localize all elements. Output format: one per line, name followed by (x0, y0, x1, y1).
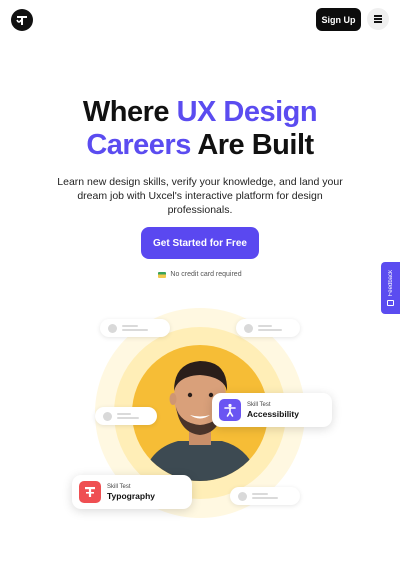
hamburger-icon (374, 18, 382, 20)
get-started-button[interactable]: Get Started for Free (141, 227, 259, 259)
card-caption: Skill Test (247, 402, 271, 408)
headline-accent-1: UX Design (176, 96, 318, 128)
placeholder-chip (236, 319, 300, 337)
headline-plain-2: Are Built (190, 129, 314, 161)
typography-icon (79, 481, 101, 503)
feedback-label: Feedback (387, 269, 394, 297)
feedback-tab[interactable]: Feedback (381, 262, 400, 314)
card-caption: Skill Test (107, 484, 131, 490)
sign-up-button[interactable]: Sign Up (316, 8, 361, 31)
no-credit-card-text: No credit card required (170, 271, 242, 278)
skill-test-card-accessibility: Skill Test Accessibility (212, 393, 332, 427)
logo-mark-icon (16, 16, 27, 25)
accessibility-icon (219, 399, 241, 421)
uxcel-logo[interactable] (11, 9, 33, 31)
no-credit-card-note: No credit card required (0, 271, 400, 278)
card-title: Typography (107, 491, 156, 501)
hero-subtitle: Learn new design skills, verify your kno… (57, 176, 343, 216)
feedback-icon (387, 300, 394, 307)
headline-plain-1: Where (82, 96, 177, 128)
placeholder-chip (100, 319, 170, 337)
skill-test-card-typography: Skill Test Typography (72, 475, 192, 509)
card-title: Accessibility (247, 409, 299, 419)
menu-button[interactable] (367, 8, 389, 30)
placeholder-chip (230, 487, 300, 505)
credit-card-icon (158, 271, 167, 278)
headline-accent-2: Careers (86, 129, 191, 161)
hero-headline: Where UX Design Careers Are Built (0, 96, 400, 162)
placeholder-chip (95, 407, 157, 425)
